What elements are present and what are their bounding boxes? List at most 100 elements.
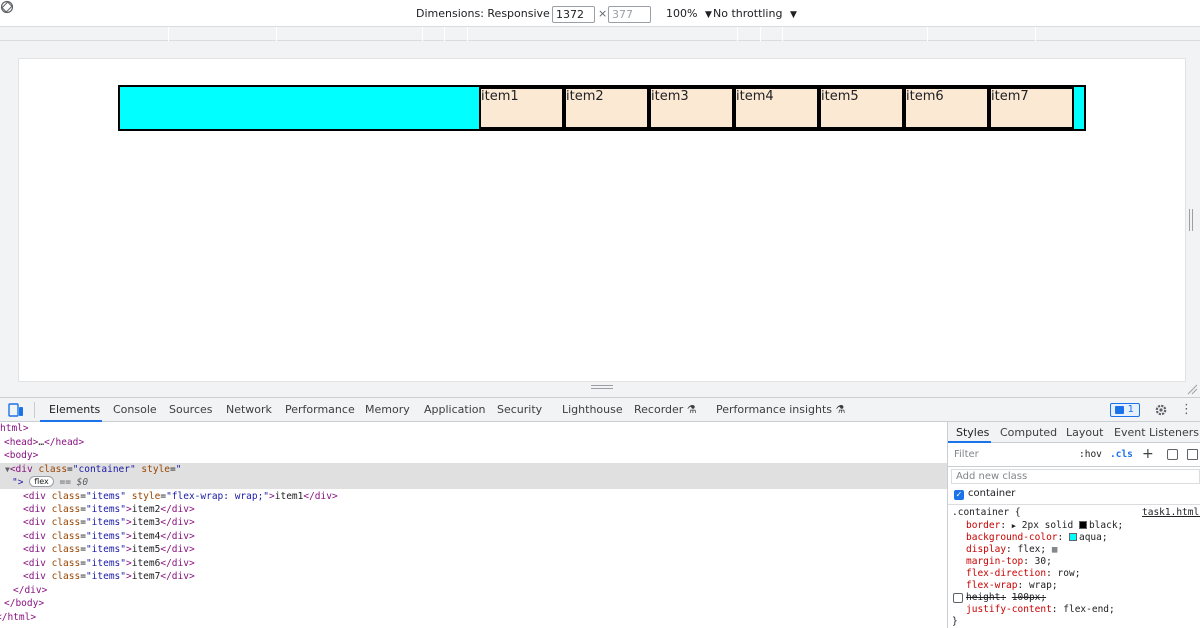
width-input[interactable]: 1372: [552, 6, 595, 23]
tab-console[interactable]: Console: [113, 398, 157, 422]
styles-filter-input[interactable]: Filter: [951, 446, 1069, 463]
flex-item[interactable]: item5: [819, 87, 904, 129]
issues-count: 1: [1127, 404, 1134, 415]
rotate-icon[interactable]: [0, 0, 14, 14]
more-options-icon[interactable]: ⋮: [1180, 403, 1193, 417]
dimensions-label: Dimensions: Responsive: [416, 7, 550, 20]
css-colon: :: [1006, 544, 1012, 555]
css-colon: :: [1017, 580, 1024, 591]
ruler-tick: [760, 27, 761, 41]
color-swatch[interactable]: [1078, 521, 1087, 529]
gear-icon[interactable]: [1154, 403, 1168, 417]
tree-node-item[interactable]: <div class="items">item3</div>: [23, 516, 195, 529]
css-declaration[interactable]: flex-wrap: wrap;: [966, 580, 1058, 592]
css-declaration[interactable]: border: ▶ 2px solid black;: [966, 520, 1123, 532]
flex-item[interactable]: item1: [479, 87, 564, 129]
tree-node-container-cont[interactable]: "> flex == $0: [0, 476, 947, 489]
tree-node-container-selected[interactable]: ▼<div class="container" style=": [0, 463, 947, 476]
checkbox-checked-icon[interactable]: ✓: [954, 490, 964, 500]
tab-sources[interactable]: Sources: [169, 398, 213, 422]
tree-node-item[interactable]: <div class="items" style="flex-wrap: wra…: [23, 490, 338, 503]
attr-value: "items": [85, 531, 126, 542]
tag-name: </head>: [44, 437, 85, 448]
css-declaration[interactable]: display: flex; ▦: [966, 544, 1057, 556]
css-property: height: [966, 592, 1001, 603]
rule-source-link[interactable]: task1.html:: [1142, 507, 1200, 519]
css-declaration[interactable]: background-color: aqua;: [966, 532, 1108, 544]
flex-item[interactable]: item2: [564, 87, 649, 129]
experiment-icon: ⚗: [835, 403, 846, 416]
flex-badge[interactable]: flex: [29, 476, 54, 487]
throttling-dropdown[interactable]: No throttling ▼: [713, 0, 797, 27]
flex-item[interactable]: item6: [904, 87, 989, 129]
tag-name: </div>: [160, 544, 195, 555]
tree-node-item[interactable]: <div class="items">item4</div>: [23, 530, 195, 543]
tab-memory[interactable]: Memory: [365, 398, 410, 422]
tab-elements[interactable]: Elements: [49, 398, 100, 422]
flex-grid-icon[interactable]: ▦: [1052, 545, 1057, 555]
tab-performance-insights[interactable]: Performance insights ⚗: [716, 398, 845, 422]
zoom-dropdown[interactable]: 100% ▼: [666, 0, 712, 27]
tree-node-close-body[interactable]: </body>: [4, 597, 44, 610]
styles-pane: Styles Computed Layout Event Listeners F…: [948, 422, 1200, 628]
css-colon: :: [1046, 568, 1052, 579]
rule-selector[interactable]: .container {: [952, 507, 1021, 519]
declaration-checkbox[interactable]: [953, 593, 963, 603]
tree-node-item[interactable]: <div class="items">item7</div>: [23, 570, 195, 583]
css-declaration-disabled[interactable]: height: 100px;: [966, 592, 1046, 604]
tree-node-html[interactable]: html>: [0, 422, 29, 435]
paint-icon[interactable]: [1167, 449, 1178, 460]
tab-recorder[interactable]: Recorder ⚗: [634, 398, 697, 422]
emulation-area: item1 item2 item3 item4 item5 item6 item…: [0, 41, 1200, 397]
tree-node-body[interactable]: <body>: [4, 449, 38, 462]
tab-styles[interactable]: Styles: [956, 422, 989, 443]
add-class-input[interactable]: Add new class: [951, 469, 1200, 484]
flex-item[interactable]: item3: [649, 87, 734, 129]
page-viewport: item1 item2 item3 item4 item5 item6 item…: [19, 59, 1185, 381]
resize-corner-icon[interactable]: [1186, 383, 1198, 395]
dimensions-dropdown[interactable]: Dimensions: Responsive ▼: [416, 0, 564, 27]
sidebar-toggle-icon[interactable]: [1187, 449, 1198, 460]
tab-security[interactable]: Security: [497, 398, 542, 422]
flex-item[interactable]: item7: [989, 87, 1074, 129]
tree-node-item[interactable]: <div class="items">item6</div>: [23, 557, 195, 570]
tree-node-item[interactable]: <div class="items">item5</div>: [23, 543, 195, 556]
node-text: item6: [131, 558, 161, 569]
color-swatch[interactable]: [1068, 533, 1077, 541]
new-rule-icon[interactable]: +: [1142, 447, 1154, 461]
css-colon: :: [1000, 520, 1007, 531]
tab-computed[interactable]: Computed: [1000, 422, 1057, 443]
cls-toggle[interactable]: .cls: [1110, 443, 1133, 467]
tab-network[interactable]: Network: [226, 398, 272, 422]
flex-container[interactable]: item1 item2 item3 item4 item5 item6 item…: [118, 85, 1086, 131]
resize-handle-right[interactable]: [1189, 209, 1195, 231]
tab-performance[interactable]: Performance: [285, 398, 355, 422]
expand-arrow-icon[interactable]: ▶: [1012, 522, 1016, 530]
tree-node-close-html[interactable]: </html>: [0, 611, 36, 624]
height-input[interactable]: 377: [608, 6, 651, 23]
media-query-ruler[interactable]: [0, 27, 1200, 41]
tab-event-listeners[interactable]: Event Listeners: [1114, 422, 1199, 443]
attr-value: "flex-wrap: wrap;": [166, 491, 270, 502]
tree-node-head[interactable]: <head>…</head>: [4, 436, 84, 449]
resize-handle-bottom[interactable]: [591, 385, 613, 391]
css-declaration[interactable]: justify-content: flex-end;: [966, 604, 1115, 616]
tree-node-close-div[interactable]: </div>: [13, 584, 47, 597]
tag-name: </div>: [160, 531, 195, 542]
dimension-separator: ×: [598, 7, 608, 20]
class-toggle-row[interactable]: ✓ container: [954, 487, 1015, 501]
flex-item[interactable]: item4: [734, 87, 819, 129]
ruler-tick: [422, 27, 423, 41]
issues-badge[interactable]: 1: [1110, 403, 1140, 417]
css-property: justify-content: [966, 604, 1052, 615]
tab-layout[interactable]: Layout: [1066, 422, 1103, 443]
hov-toggle[interactable]: :hov: [1079, 443, 1102, 467]
tab-lighthouse[interactable]: Lighthouse: [562, 398, 623, 422]
device-toolbar-icon[interactable]: [8, 403, 24, 417]
tab-application[interactable]: Application: [424, 398, 485, 422]
rule-close-brace: }: [952, 616, 958, 627]
css-declaration[interactable]: flex-direction: row;: [966, 568, 1080, 580]
tab-recorder-label: Recorder: [634, 403, 684, 416]
tree-node-item[interactable]: <div class="items">item2</div>: [23, 503, 195, 516]
css-declaration[interactable]: margin-top: 30;: [966, 556, 1052, 568]
